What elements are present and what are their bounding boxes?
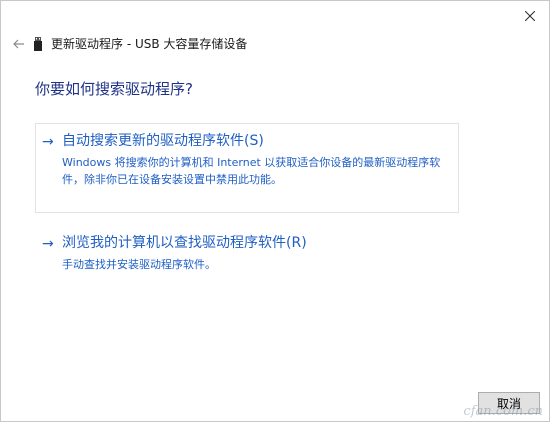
option-description: 手动查找并安装驱动程序软件。 <box>62 258 216 271</box>
watermark: cfan.com.cn <box>463 404 543 419</box>
back-button[interactable] <box>9 33 29 55</box>
title-bar <box>1 1 549 33</box>
close-button[interactable] <box>511 1 549 31</box>
header-row: 更新驱动程序 - USB 大容量存储设备 <box>1 33 549 55</box>
close-icon <box>525 11 535 21</box>
update-driver-window: 更新驱动程序 - USB 大容量存储设备 你要如何搜索驱动程序? → 自动搜索更… <box>0 0 550 422</box>
arrow-right-icon: → <box>42 236 54 252</box>
option-title: 浏览我的计算机以查找驱动程序软件(R) <box>62 235 307 251</box>
browse-computer-option[interactable]: → 浏览我的计算机以查找驱动程序软件(R) 手动查找并安装驱动程序软件。 <box>35 225 459 271</box>
usb-device-icon <box>34 37 42 51</box>
back-arrow-icon <box>13 39 24 49</box>
window-title: 更新驱动程序 - USB 大容量存储设备 <box>51 37 248 51</box>
auto-search-option[interactable]: → 自动搜索更新的驱动程序软件(S) Windows 将搜索你的计算机和 Int… <box>35 123 459 213</box>
page-heading: 你要如何搜索驱动程序? <box>35 80 193 98</box>
arrow-right-icon: → <box>42 134 54 150</box>
option-title: 自动搜索更新的驱动程序软件(S) <box>62 133 264 149</box>
option-description: Windows 将搜索你的计算机和 Internet 以获取适合你设备的最新驱动… <box>62 156 441 186</box>
